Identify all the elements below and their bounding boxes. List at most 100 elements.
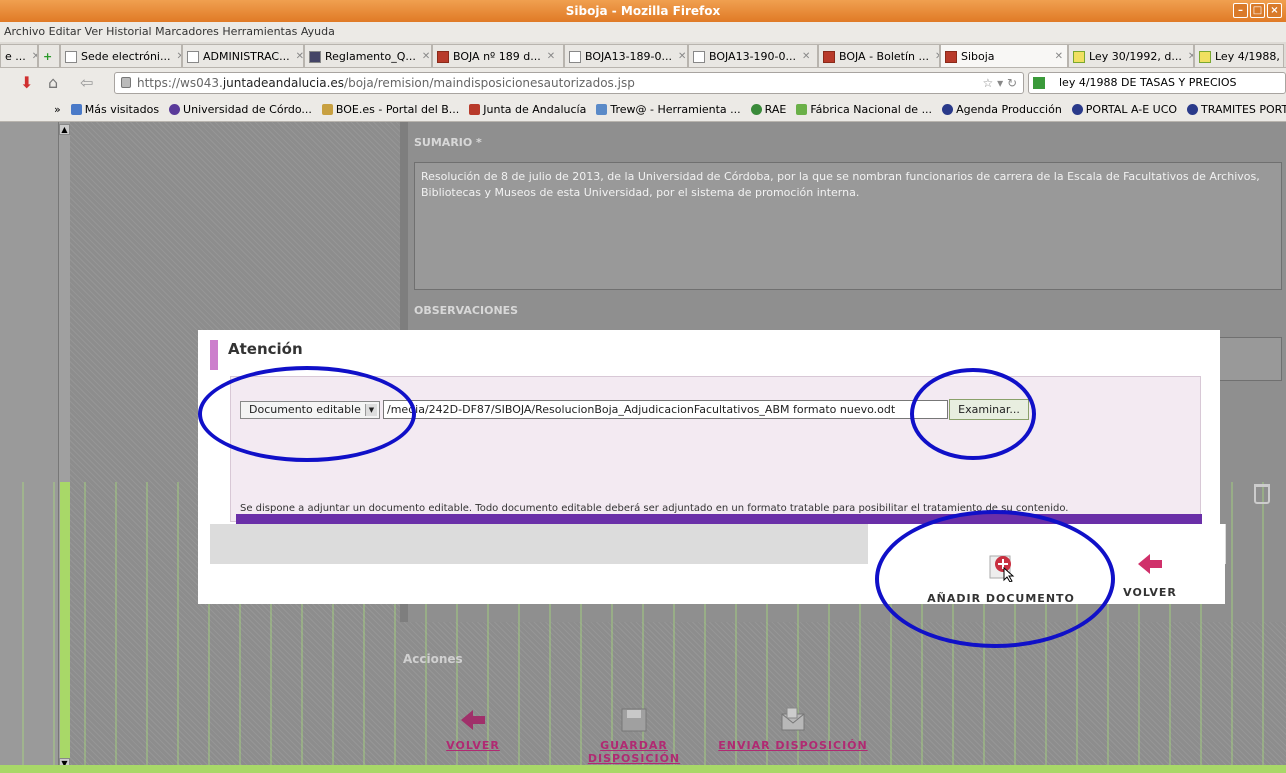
bookmark-label: Fábrica Nacional de ... — [810, 103, 933, 116]
tab-item[interactable]: BOJA13-190-0... ✕ — [688, 44, 818, 68]
dialog-body — [230, 376, 1201, 522]
volver-label: VOLVER — [446, 739, 500, 752]
bookmark-label: Más visitados — [84, 103, 160, 116]
tab-label: Ley 30/1992, d... — [1089, 49, 1182, 63]
chevron-down-icon[interactable]: ▼ — [365, 404, 377, 416]
chevron-right-icon[interactable]: » — [54, 103, 61, 116]
enviar-label: ENVIAR DISPOSICIÓN — [718, 739, 868, 752]
trash-icon[interactable] — [1254, 484, 1270, 504]
menubar[interactable]: Archivo Editar Ver Historial Marcadores … — [0, 22, 1286, 42]
tab-siboja[interactable]: Siboja ✕ — [940, 44, 1068, 68]
boja-icon — [945, 50, 957, 63]
bookmark-item[interactable]: Más visitados — [70, 103, 160, 116]
back-icon[interactable]: ⇦ — [80, 73, 93, 93]
chart-icon — [596, 104, 608, 115]
close-icon[interactable]: ✕ — [547, 46, 555, 68]
bookmark-item[interactable]: Junta de Andalucía — [469, 103, 586, 116]
search-value: ley 4/1988 DE TASAS Y PRECIOS — [1059, 76, 1237, 89]
status-bar — [0, 765, 1286, 773]
dialog-title: Atención — [228, 340, 303, 358]
tab-item[interactable]: Reglamento_Q... ✕ — [304, 44, 432, 68]
tab-label: Reglamento_Q... — [325, 49, 416, 63]
dialog-back-label: VOLVER — [1123, 586, 1177, 599]
page-icon — [309, 50, 321, 63]
boja-icon — [437, 50, 449, 63]
purple-separator — [236, 514, 1202, 524]
back-arrow-icon — [1138, 554, 1162, 574]
file-path-input[interactable]: /media/242D-DF87/SIBOJA/ResolucionBoja_A… — [383, 400, 948, 419]
tab-label: BOJA13-190-0... — [709, 49, 797, 63]
title-accent-bar — [210, 340, 218, 370]
document-type-select[interactable]: Documento editable ▼ — [240, 401, 380, 419]
tab-item[interactable]: Ley 4/1988, c — [1194, 44, 1284, 67]
browse-button[interactable]: Examinar... — [949, 399, 1029, 420]
bookmark-item[interactable]: BOE.es - Portal del B... — [321, 103, 459, 116]
close-icon[interactable]: ✕ — [296, 46, 303, 68]
download-icon[interactable]: ⬇ — [20, 73, 33, 93]
bookmark-label: RAE — [764, 103, 787, 116]
folder-icon — [70, 104, 82, 115]
bookmark-item[interactable]: Agenda Producción — [942, 103, 1062, 116]
add-document-label: AÑADIR DOCUMENTO — [927, 592, 1075, 605]
tab-item[interactable]: BOJA13-189-0... ✕ — [564, 44, 688, 68]
menubar-text[interactable]: Archivo Editar Ver Historial Marcadores … — [4, 25, 335, 38]
page-icon — [693, 50, 705, 63]
url-bar[interactable]: https://ws043.juntadeandalucia.es/boja/r… — [114, 72, 1024, 94]
bookmark-item[interactable]: PORTAL A-E UCO — [1071, 103, 1177, 116]
add-document-button[interactable]: AÑADIR DOCUMENTO — [926, 552, 1076, 605]
url-path: /boja/remision/maindisposicionesautoriza… — [344, 76, 635, 90]
close-icon[interactable]: ✕ — [678, 46, 686, 68]
tab-label: Sede electróni... — [81, 49, 171, 63]
tab-label: e ... — [5, 49, 26, 63]
bookmark-item[interactable]: Fábrica Nacional de ... — [796, 103, 932, 116]
close-icon[interactable]: ✕ — [422, 46, 430, 68]
tab-label: BOJA13-189-0... — [585, 49, 673, 63]
close-icon[interactable]: ✕ — [1055, 46, 1063, 68]
bookmark-item[interactable]: Trew@ - Herramienta ... — [596, 103, 741, 116]
search-engine-icon[interactable] — [1033, 77, 1045, 89]
tab-item[interactable]: BOJA - Boletín ...✕ — [818, 44, 940, 67]
boja-icon — [469, 104, 481, 115]
tab-label: BOJA - Boletín ... — [839, 49, 929, 63]
reload-icon[interactable]: ☆ ▾ ↻ — [983, 73, 1017, 93]
sumario-textarea[interactable]: Resolución de 8 de julio de 2013, de la … — [414, 162, 1282, 290]
attention-dialog: Atención Documento editable ▼ /media/242… — [198, 330, 1226, 605]
tab-bar: e ...✕ + Sede electróni...✕ ADMINISTRAC.… — [0, 42, 1286, 68]
guardar-label: GUARDAR — [600, 739, 668, 752]
tab-item[interactable]: e ...✕ — [0, 44, 38, 67]
page-icon — [65, 50, 77, 63]
boe-icon — [321, 104, 333, 115]
bookmark-item[interactable]: TRAMITES PORTAL A-... — [1187, 103, 1286, 116]
maximize-icon[interactable]: □ — [1250, 3, 1265, 18]
scroll-up-icon[interactable]: ▲ — [59, 124, 70, 135]
page-icon — [569, 50, 581, 63]
bookmark-item[interactable]: RAE — [750, 103, 787, 116]
tab-item[interactable]: Ley 30/1992, d...✕ — [1068, 44, 1194, 67]
tab-item[interactable]: BOJA nº 189 d... ✕ — [432, 44, 564, 68]
new-tab-button[interactable]: + — [38, 44, 60, 67]
tab-item[interactable]: ADMINISTRAC... ✕ — [182, 44, 304, 68]
save-icon — [621, 708, 647, 732]
minimize-icon[interactable]: – — [1233, 3, 1248, 18]
search-input[interactable]: ley 4/1988 DE TASAS Y PRECIOS — [1028, 72, 1286, 94]
lock-icon — [121, 77, 131, 88]
dialog-back-button[interactable]: VOLVER — [1122, 552, 1178, 599]
bookmark-item[interactable]: Universidad de Córdo... — [169, 103, 312, 116]
page-icon — [187, 50, 199, 63]
close-icon[interactable]: ✕ — [802, 46, 810, 68]
observaciones-label: OBSERVACIONES — [414, 304, 519, 317]
close-icon[interactable]: × — [1267, 3, 1282, 18]
enviar-action[interactable]: ENVIAR DISPOSICIÓN — [718, 707, 868, 752]
globe-icon — [1187, 104, 1199, 115]
globe-icon — [169, 104, 181, 115]
fnmt-icon — [796, 104, 808, 115]
document-icon — [1199, 50, 1211, 63]
tab-label: ADMINISTRAC... — [203, 49, 290, 63]
tab-item[interactable]: Sede electróni...✕ — [60, 44, 182, 67]
globe-icon — [942, 104, 954, 115]
home-icon[interactable]: ⌂ — [48, 73, 58, 93]
url-domain: juntadeandalucia.es — [222, 76, 345, 90]
bookmarks-bar: » Más visitados Universidad de Córdo... … — [0, 98, 1286, 122]
volver-action[interactable]: VOLVER — [440, 707, 506, 752]
guardar-action[interactable]: GUARDAR DISPOSICIÓN — [586, 707, 682, 765]
